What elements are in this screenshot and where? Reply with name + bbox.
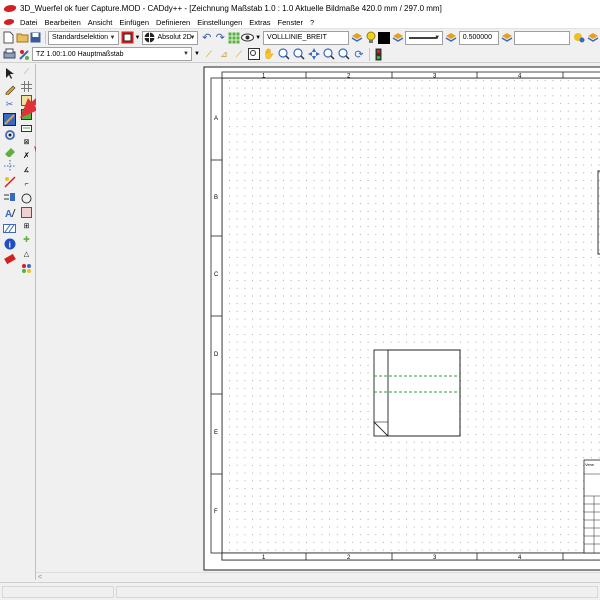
bulb-settings-icon[interactable] xyxy=(572,31,585,45)
pan-hand-icon[interactable]: ✋ xyxy=(262,47,276,61)
layer-stack-icon[interactable] xyxy=(351,31,364,45)
zoom-in-icon[interactable] xyxy=(277,47,291,61)
row-label-e: E xyxy=(214,430,218,436)
toolbar-separator xyxy=(368,47,370,61)
status-pane-1 xyxy=(2,586,114,598)
line-type-value: VOLLLINIE_BREIT xyxy=(267,34,327,41)
menu-help[interactable]: ? xyxy=(310,18,314,27)
document-menu-icon[interactable] xyxy=(2,19,16,25)
layer-stack-icon-4[interactable] xyxy=(501,31,514,45)
svg-text:A: A xyxy=(5,209,12,219)
menu-einfuegen[interactable]: Einfügen xyxy=(119,18,149,27)
menu-ansicht[interactable]: Ansicht xyxy=(88,18,113,27)
zoom-window-icon[interactable] xyxy=(247,47,261,61)
color-swatch-icon[interactable] xyxy=(378,31,391,45)
traffic-light-icon[interactable] xyxy=(372,47,386,61)
line-type-field[interactable]: VOLLLINIE_BREIT xyxy=(263,30,349,45)
drawing-canvas-area[interactable]: 1 2 3 4 1 2 3 4 A B C D E F Verw xyxy=(36,64,600,572)
table-icon[interactable] xyxy=(21,206,33,218)
row-label-c: C xyxy=(214,272,219,278)
scale-zone-dropdown[interactable]: TZ 1.00:1.00 Hauptmaßstab ▼ xyxy=(32,47,192,61)
svg-text:i: i xyxy=(8,240,10,249)
group-icon[interactable]: ⊞ xyxy=(21,220,33,232)
layer-stack-icon-5[interactable] xyxy=(586,31,599,45)
status-bar xyxy=(0,582,600,600)
drawing-canvas[interactable]: 1 2 3 4 1 2 3 4 A B C D E F Verw xyxy=(36,64,600,572)
selection-filter-icon[interactable] xyxy=(121,31,134,45)
chevron-down-icon: ▼ xyxy=(109,34,116,41)
selection-mode-dropdown[interactable]: Standardselektion ▼ xyxy=(48,30,119,45)
chevron-down-icon: ▼ xyxy=(434,34,441,41)
menu-bar: Datei Bearbeiten Ansicht Einfügen Defini… xyxy=(0,16,600,29)
menu-fenster[interactable]: Fenster xyxy=(278,18,303,27)
solid-line-icon xyxy=(409,36,438,39)
line-style-dropdown[interactable]: ▼ xyxy=(405,30,444,45)
angle-snap-icon[interactable]: ⊿ xyxy=(217,47,231,61)
print-icon[interactable] xyxy=(2,47,16,61)
chevron-down-icon[interactable]: ▼ xyxy=(135,35,141,41)
menu-einstellungen[interactable]: Einstellungen xyxy=(197,18,242,27)
point-snap-icon[interactable]: ⟋ xyxy=(232,47,246,61)
menu-extras[interactable]: Extras xyxy=(249,18,270,27)
new-file-icon[interactable] xyxy=(2,31,15,45)
chevron-down-icon[interactable]: ▼ xyxy=(194,51,200,57)
line-snap-icon[interactable]: ⟋ xyxy=(202,47,216,61)
chevron-down-icon[interactable]: ▼ xyxy=(255,35,261,41)
line-width-value: 0.500000 xyxy=(462,34,492,41)
triangle-icon[interactable]: △ xyxy=(21,248,33,260)
redraw-icon[interactable]: ⟳ xyxy=(352,47,366,61)
zoom-extents-icon[interactable] xyxy=(307,47,321,61)
globe-icon xyxy=(144,32,155,43)
palette-icon[interactable] xyxy=(21,262,33,274)
extra-input-field[interactable] xyxy=(514,30,571,45)
grid-snap-icon[interactable] xyxy=(227,31,241,45)
status-pane-2 xyxy=(116,586,598,598)
window-title: 3D_Wuerfel ok fuer Capture.MOD - CADdy++… xyxy=(20,3,442,13)
undo-icon[interactable]: ↶ xyxy=(200,31,213,45)
zoom-out-icon[interactable] xyxy=(292,47,306,61)
open-folder-icon[interactable] xyxy=(16,31,29,45)
plus-icon[interactable]: ✚ xyxy=(21,234,33,246)
row-label-a: A xyxy=(214,116,218,122)
layer-stack-icon-3[interactable] xyxy=(445,31,458,45)
menu-definieren[interactable]: Definieren xyxy=(156,18,190,27)
scroll-left-icon[interactable]: < xyxy=(38,574,42,581)
scale-zone-value: TZ 1.00:1.00 Hauptmaßstab xyxy=(36,50,124,58)
text-icon[interactable]: A xyxy=(3,206,17,220)
save-icon[interactable] xyxy=(30,31,43,45)
chevron-down-icon: ▼ xyxy=(189,34,196,41)
selection-mode-value: Standardselektion xyxy=(52,34,109,41)
info-icon[interactable]: i xyxy=(3,237,17,251)
toolbar-separator xyxy=(45,31,47,44)
caddy-app-icon xyxy=(2,4,18,12)
title-bar: 3D_Wuerfel ok fuer Capture.MOD - CADdy++… xyxy=(0,0,600,16)
tools-icon[interactable] xyxy=(17,47,31,61)
lightbulb-icon[interactable] xyxy=(364,31,377,45)
row-label-b: B xyxy=(214,195,218,201)
chevron-down-icon: ▼ xyxy=(183,51,189,57)
view-mode-value: Absolut 2D xyxy=(157,34,192,41)
title-block: Verw xyxy=(583,459,600,554)
row-label-f: F xyxy=(214,509,218,515)
title-block-label: Verw xyxy=(585,462,594,467)
secondary-toolbar: TZ 1.00:1.00 Hauptmaßstab ▼ ▼ ⟋ ⊿ ⟋ ✋ ⟳ xyxy=(0,46,600,63)
cube-drawing[interactable] xyxy=(373,349,461,437)
redo-icon[interactable]: ↷ xyxy=(214,31,227,45)
menu-bearbeiten[interactable]: Bearbeiten xyxy=(45,18,81,27)
zoom-fit-icon[interactable] xyxy=(322,47,336,61)
main-toolbar: Standardselektion ▼ ▼ Absolut 2D ▼ ↶ ↷ ▼… xyxy=(0,29,600,46)
layer-stack-icon-2[interactable] xyxy=(391,31,404,45)
line-width-field[interactable]: 0.500000 xyxy=(458,30,499,45)
zoom-all-icon[interactable] xyxy=(337,47,351,61)
horizontal-scrollbar[interactable]: < xyxy=(36,572,600,582)
drawing-frame xyxy=(221,77,600,561)
delete-icon[interactable] xyxy=(3,252,17,266)
view-mode-dropdown[interactable]: Absolut 2D ▼ xyxy=(142,30,199,45)
view-eye-icon[interactable] xyxy=(241,31,255,45)
row-label-d: D xyxy=(214,352,219,358)
hatch-icon[interactable] xyxy=(3,221,17,235)
menu-datei[interactable]: Datei xyxy=(20,18,38,27)
